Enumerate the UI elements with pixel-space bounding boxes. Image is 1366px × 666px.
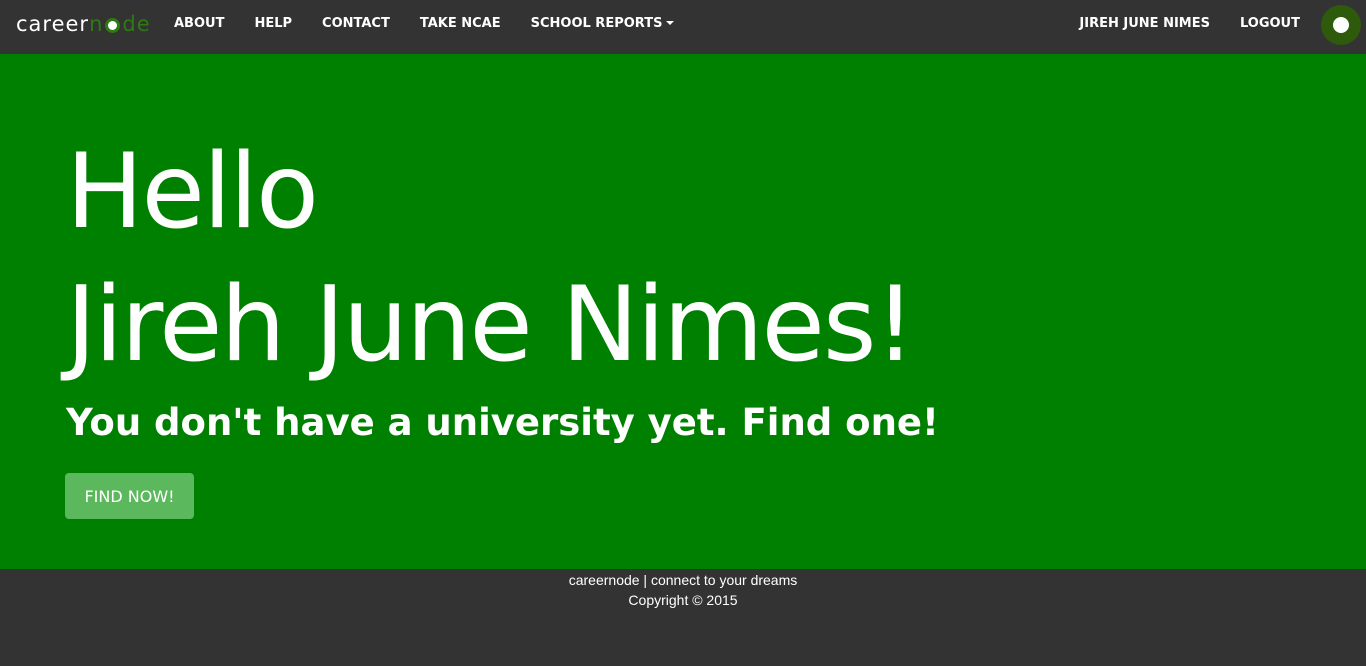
nav-left-menu: ABOUT HELP CONTACT TAKE NCAE SCHOOL REPO…	[159, 0, 689, 48]
nav-about-link[interactable]: ABOUT	[159, 0, 239, 48]
user-profile-link[interactable]: JIREH JUNE NIMES	[1064, 0, 1225, 48]
greeting-text: Hello	[66, 132, 319, 252]
caret-down-icon	[666, 20, 675, 25]
nav-right-menu: JIREH JUNE NIMES LOGOUT	[1064, 0, 1315, 48]
hero-jumbotron: Hello Jireh June Nimes! You don't have a…	[0, 54, 1366, 569]
nav-take-ncae-link[interactable]: TAKE NCAE	[405, 0, 516, 48]
brand-logo[interactable]: career n de	[16, 11, 151, 37]
logout-link[interactable]: LOGOUT	[1225, 0, 1315, 48]
footer-tagline: careernode | connect to your dreams	[568, 572, 798, 588]
school-reports-label: SCHOOL REPORTS	[530, 16, 663, 31]
find-now-button[interactable]: FIND NOW!	[65, 473, 194, 519]
hero-greeting: Hello Jireh June Nimes!	[66, 126, 916, 392]
nav-contact-link[interactable]: CONTACT	[307, 0, 405, 48]
power-toggle-icon[interactable]	[1321, 5, 1361, 45]
footer-copyright: Copyright © 2015	[628, 592, 738, 608]
user-name-heading: Jireh June Nimes!	[66, 265, 916, 385]
brand-text-de: de	[122, 12, 151, 36]
page-footer: careernode | connect to your dreams Copy…	[0, 569, 1366, 666]
power-toggle-knob	[1333, 17, 1349, 33]
brand-text-career: career	[16, 12, 90, 36]
brand-text-n: n	[89, 12, 104, 36]
nav-school-reports-dropdown[interactable]: SCHOOL REPORTS	[516, 0, 690, 48]
hero-subtitle: You don't have a university yet. Find on…	[66, 401, 939, 444]
nav-help-link[interactable]: HELP	[239, 0, 307, 48]
top-navbar: career n de ABOUT HELP CONTACT TAKE NCAE S…	[0, 0, 1366, 54]
brand-dot-icon	[105, 17, 121, 33]
